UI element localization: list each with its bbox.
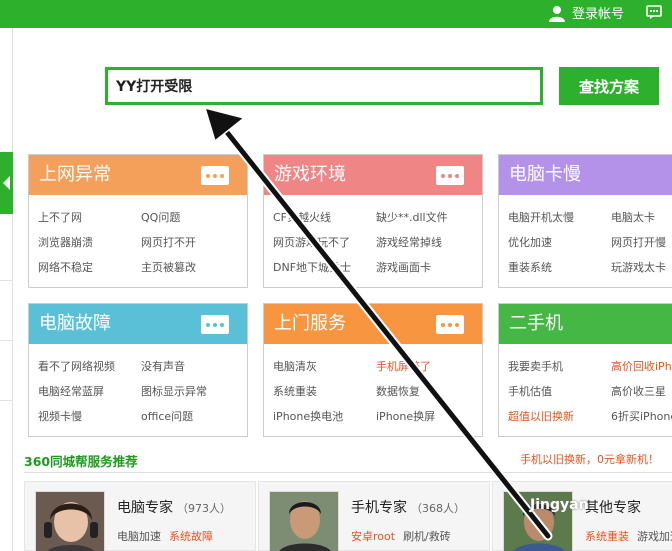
promo-link[interactable]: 手机以旧换新，0元拿新机！ — [520, 451, 659, 467]
expert-tag[interactable]: 刷机/救砖 — [403, 530, 451, 543]
card-link[interactable]: 浏览器崩溃 — [38, 234, 141, 250]
card-link[interactable]: 网页打开慢 — [611, 234, 672, 250]
category-card: 上网异常 上不了网 QQ问题 浏览器崩溃 网页打不开 网络不稳定 主页被篡改 — [28, 154, 248, 288]
card-link[interactable]: 视频卡慢 — [38, 408, 141, 424]
card-link[interactable]: iPhone换电池 — [273, 408, 376, 424]
card-link[interactable]: 玩游戏太卡 — [611, 259, 672, 275]
login-link[interactable]: 登录帐号 — [548, 3, 624, 22]
card-link[interactable]: 系统重装 — [273, 383, 376, 399]
card-link[interactable]: DNF地下城勇士 — [273, 259, 376, 275]
expert-tag[interactable]: 安卓root — [351, 530, 395, 543]
card-header[interactable]: 游戏环境 — [264, 155, 482, 195]
chevron-left-icon — [3, 176, 10, 190]
sidebar-toggle[interactable] — [0, 152, 13, 214]
card-link[interactable]: 6折买iPhone — [611, 408, 672, 424]
card-title: 游戏环境 — [274, 164, 346, 185]
card-link[interactable]: QQ问题 — [141, 209, 244, 225]
card-link[interactable]: 手机屏碎了 — [376, 358, 479, 374]
card-title: 二手机 — [509, 313, 563, 334]
card-link[interactable]: iPhone换屏 — [376, 408, 479, 424]
card-link[interactable]: 网页打不开 — [141, 234, 244, 250]
card-link[interactable]: 网页游戏玩不了 — [273, 234, 376, 250]
left-divider-line — [0, 280, 12, 281]
card-link[interactable]: 图标显示异常 — [141, 383, 244, 399]
card-link[interactable]: 数据恢复 — [376, 383, 479, 399]
card-link[interactable]: 电脑太卡 — [611, 209, 672, 225]
user-icon — [549, 5, 565, 22]
card-link[interactable]: 电脑开机太慢 — [508, 209, 611, 225]
card-link[interactable]: 重装系统 — [508, 259, 611, 275]
category-card: 游戏环境 CF穿越火线 缺少**.dll文件 网页游戏玩不了 游戏经常掉线 DN… — [263, 154, 483, 288]
avatar — [269, 491, 339, 551]
more-icon[interactable] — [201, 166, 229, 185]
card-link[interactable]: 上不了网 — [38, 209, 141, 225]
section-divider — [24, 472, 672, 473]
card-link[interactable]: 超值以旧换新 — [508, 408, 611, 424]
card-link[interactable]: 看不了网络视频 — [38, 358, 141, 374]
card-link[interactable]: 电脑经常蓝屏 — [38, 383, 141, 399]
login-label: 登录帐号 — [572, 7, 625, 22]
expert-tag[interactable]: 系统重装 — [585, 530, 629, 543]
expert-card[interactable]: 手机专家 （368人） 安卓root 刷机/救砖 — [258, 481, 490, 551]
message-icon[interactable] — [646, 5, 662, 23]
watermark: Jingyan — [530, 497, 589, 513]
card-link[interactable]: 高价回收iPhone — [611, 358, 672, 374]
card-title: 上网异常 — [39, 164, 111, 185]
top-bar: 登录帐号 — [0, 0, 672, 28]
card-link[interactable]: 手机估值 — [508, 383, 611, 399]
card-link[interactable]: 缺少**.dll文件 — [376, 209, 479, 225]
card-link[interactable]: 没有声音 — [141, 358, 244, 374]
expert-card[interactable]: 其他专家 系统重装游戏加速 — [492, 481, 672, 551]
card-title: 电脑卡慢 — [509, 164, 581, 185]
expert-tag[interactable]: 电脑加速 — [117, 530, 161, 543]
category-card: 电脑卡慢 电脑开机太慢 电脑太卡 优化加速 网页打开慢 重装系统 玩游戏太卡 — [498, 154, 672, 288]
card-title: 上门服务 — [274, 313, 346, 334]
card-link[interactable]: office问题 — [141, 408, 244, 424]
category-card: 电脑故障 看不了网络视频 没有声音 电脑经常蓝屏 图标显示异常 视频卡慢 off… — [28, 303, 248, 437]
card-header[interactable]: 上网异常 — [29, 155, 247, 195]
search-button[interactable]: 查找方案 — [559, 67, 659, 105]
avatar — [35, 491, 105, 551]
card-link[interactable]: 网络不稳定 — [38, 259, 141, 275]
expert-count: （973人） — [177, 502, 231, 515]
category-card: 上门服务 电脑清灰 手机屏碎了 系统重装 数据恢复 iPhone换电池 iPho… — [263, 303, 483, 437]
expert-tag[interactable]: 系统故障 — [169, 530, 213, 543]
card-header[interactable]: 电脑故障 — [29, 304, 247, 344]
card-header[interactable]: 二手机 — [499, 304, 672, 344]
more-icon[interactable] — [436, 315, 464, 334]
card-title: 电脑故障 — [39, 313, 111, 334]
expert-name: 电脑专家 — [117, 500, 173, 516]
card-header[interactable]: 上门服务 — [264, 304, 482, 344]
expert-name: 手机专家 — [351, 500, 407, 516]
left-divider-line — [0, 400, 12, 401]
card-link[interactable]: 主页被篡改 — [141, 259, 244, 275]
card-header[interactable]: 电脑卡慢 — [499, 155, 672, 195]
search-box — [105, 67, 543, 105]
card-link[interactable]: 游戏经常掉线 — [376, 234, 479, 250]
left-divider-line — [0, 340, 12, 341]
section-title: 360同城帮服务推荐 — [24, 454, 138, 469]
card-link[interactable]: CF穿越火线 — [273, 209, 376, 225]
card-link[interactable]: 优化加速 — [508, 234, 611, 250]
expert-count: （368人） — [411, 502, 465, 515]
left-divider — [12, 28, 13, 551]
expert-tag[interactable]: 游戏加速 — [637, 530, 672, 543]
card-link[interactable]: 高价收三星 — [611, 383, 672, 399]
card-link[interactable]: 我要卖手机 — [508, 358, 611, 374]
category-card: 二手机 我要卖手机 高价回收iPhone 手机估值 高价收三星 超值以旧换新 6… — [498, 303, 672, 437]
more-icon[interactable] — [201, 315, 229, 334]
card-link[interactable]: 电脑清灰 — [273, 358, 376, 374]
more-icon[interactable] — [436, 166, 464, 185]
search-input[interactable] — [108, 70, 540, 102]
card-link[interactable]: 游戏画面卡 — [376, 259, 479, 275]
expert-name: 其他专家 — [585, 500, 641, 516]
expert-card[interactable]: 电脑专家 （973人） 电脑加速 系统故障 — [24, 481, 256, 551]
